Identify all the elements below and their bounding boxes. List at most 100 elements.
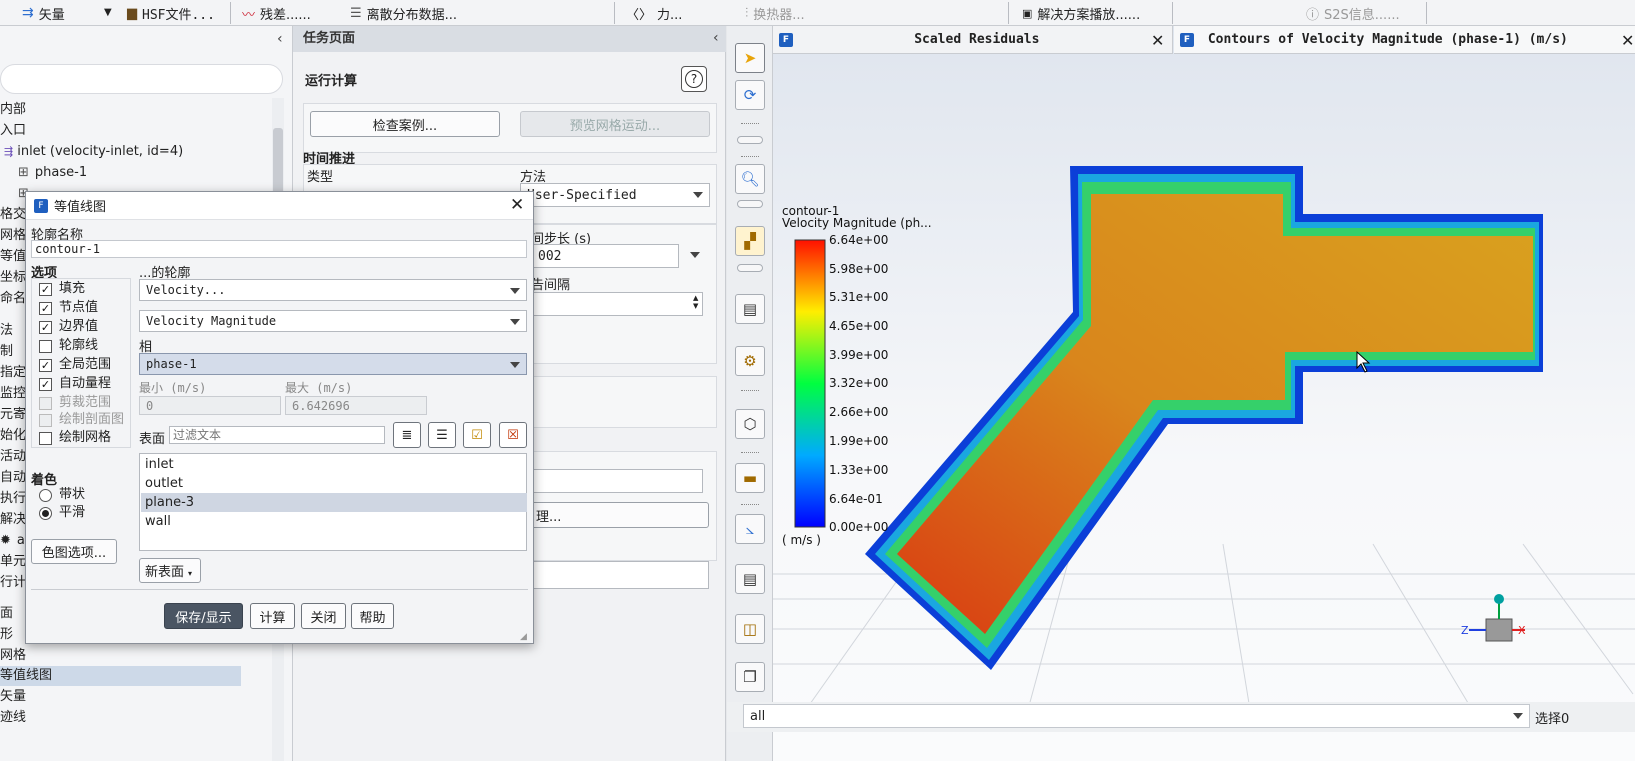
tree-item[interactable]: 入口 — [0, 121, 26, 141]
compute-button[interactable]: 计算 — [250, 603, 295, 629]
graphics-window[interactable]: F Scaled Residuals ✕ F Contours of Veloc… — [773, 26, 1635, 761]
camera-tool[interactable]: ⚙ — [735, 346, 765, 376]
check-case-button[interactable]: 检查案例... — [310, 111, 500, 137]
auto-range-checkbox[interactable]: ✓ — [39, 378, 52, 391]
select-all-surfaces-button[interactable]: ☑ — [463, 422, 491, 448]
node-values-checkbox[interactable]: ✓ — [39, 302, 52, 315]
select-pointer-tool[interactable]: ➤ — [735, 43, 765, 73]
method-select[interactable]: User-Specified — [520, 183, 710, 207]
collapse-toggle[interactable] — [737, 136, 763, 144]
preview-mesh-motion-button[interactable]: 预览网格运动... — [520, 111, 710, 137]
tree-item[interactable]: 内部 — [0, 100, 26, 120]
phase-select[interactable]: phase-1 — [139, 353, 527, 375]
resize-grip-icon[interactable]: ◢ — [520, 632, 527, 642]
hsf-file-tool[interactable]: ▆ HSF文件... — [127, 3, 215, 23]
tree-item[interactable]: 制 — [0, 342, 13, 362]
solution-input[interactable] — [531, 469, 703, 493]
tree-item[interactable]: 执行 — [0, 489, 26, 509]
boundary-values-checkbox[interactable]: ✓ — [39, 321, 52, 334]
tree-item-inlet[interactable]: ⇶ inlet (velocity-inlet, id=4) — [4, 142, 183, 162]
list-item[interactable]: wall — [141, 512, 527, 531]
contour-lines-checkbox[interactable] — [39, 340, 52, 353]
view-tool[interactable]: ◫ — [735, 614, 765, 644]
report-tool[interactable]: ▤ — [735, 564, 765, 594]
tree-item-contours-selected[interactable]: 等值线图 — [0, 666, 241, 686]
close-icon[interactable]: ✕ — [1621, 31, 1635, 50]
selection-filter-select[interactable]: all — [743, 704, 1530, 728]
chevron-down-icon[interactable]: ▼ — [104, 7, 112, 18]
contours-of-select[interactable]: Velocity... — [139, 279, 527, 301]
ruler-tool[interactable]: ▬ — [735, 463, 765, 493]
tree-item[interactable]: 网格 — [0, 646, 26, 666]
min-input[interactable]: 0 — [139, 396, 281, 415]
tree-item[interactable]: 等值 — [0, 247, 26, 267]
window-tool[interactable]: ❐ — [735, 662, 765, 692]
tab-contours[interactable]: F Contours of Velocity Magnitude (phase-… — [1174, 26, 1635, 54]
tab-scaled-residuals[interactable]: F Scaled Residuals — [773, 26, 1173, 54]
close-icon[interactable]: ✕ — [1151, 31, 1164, 50]
toolbar-divider — [1426, 2, 1427, 24]
tree-item[interactable]: 活动 — [0, 447, 26, 467]
help-button[interactable]: ? — [681, 66, 707, 92]
heat-exchanger-tool[interactable]: ⫶ 换热器... — [745, 3, 805, 23]
vectors-tool[interactable]: ⇉ 矢量 — [22, 3, 65, 23]
tree-item[interactable]: 矢量 — [0, 687, 26, 707]
tree-item[interactable]: 自动 — [0, 468, 26, 488]
clip-to-range-checkbox[interactable] — [39, 397, 52, 410]
collapse-toggle[interactable] — [737, 264, 763, 272]
distribution-tool[interactable]: ☰ 离散分布数据... — [350, 3, 457, 23]
new-surface-button[interactable]: 新表面 ▾ — [139, 558, 201, 583]
tree-item[interactable]: 始化 — [0, 426, 26, 446]
solution-animation-tool[interactable]: ▣ 解决方案播放...... — [1022, 3, 1140, 23]
draw-mesh-checkbox[interactable] — [39, 432, 52, 445]
collapse-panel-icon[interactable]: ‹ — [277, 31, 283, 47]
variable-select[interactable]: Velocity Magnitude — [139, 310, 527, 332]
list-item-selected[interactable]: plane-3 — [141, 493, 527, 512]
tree-item-phase[interactable]: ⊞ phase-1 — [18, 163, 87, 183]
list-item[interactable]: outlet — [141, 474, 527, 493]
save-display-button[interactable]: 保存/显示 — [164, 603, 243, 629]
zoom-tool[interactable]: 🔍︎ — [735, 164, 765, 194]
surfaces-list[interactable]: inlet outlet plane-3 wall — [139, 453, 527, 551]
surface-sort-button[interactable]: ☰ — [428, 422, 456, 448]
calculate-field[interactable] — [531, 561, 709, 589]
surface-filter-options-button[interactable]: ≣ — [393, 422, 421, 448]
report-interval-input[interactable] — [531, 292, 703, 316]
rotate-tool[interactable]: ⟳ — [735, 80, 765, 110]
tree-item[interactable]: 面 — [0, 604, 13, 624]
forces-tool[interactable]: 〈〉 力... — [626, 3, 682, 23]
contour-scene[interactable]: Z X — [773, 54, 1635, 728]
list-item[interactable]: inlet — [141, 455, 527, 474]
spinner-icon[interactable]: ▲ ▼ — [693, 294, 698, 310]
smooth-radio[interactable] — [39, 507, 52, 520]
residuals-tool[interactable]: 〰 残差...... — [242, 3, 311, 23]
collapse-toggle[interactable] — [737, 200, 763, 208]
close-button[interactable]: 关闭 — [301, 603, 346, 629]
contour-name-input[interactable]: contour-1 — [31, 240, 527, 258]
time-step-input[interactable]: 002 — [531, 244, 679, 268]
surface-filter-input[interactable] — [169, 426, 385, 444]
tree-item[interactable]: 单元 — [0, 552, 26, 572]
draw-profiles-checkbox[interactable] — [39, 414, 52, 427]
colormap-options-button[interactable]: 色图选项... — [31, 539, 117, 564]
iso-view-tool[interactable]: ⬡ — [735, 409, 765, 439]
global-range-checkbox[interactable]: ✓ — [39, 359, 52, 372]
collapse-panel-icon[interactable]: ‹ — [713, 30, 719, 46]
deselect-surfaces-button[interactable]: ☒ — [499, 422, 527, 448]
close-icon[interactable]: ✕ — [510, 195, 524, 215]
solution-processing-button[interactable]: 理... — [531, 502, 709, 528]
max-input[interactable]: 6.642696 — [285, 396, 427, 415]
tree-search-input[interactable] — [0, 64, 283, 94]
tree-item[interactable]: 法 — [0, 321, 13, 341]
tree-item[interactable]: 形 — [0, 625, 13, 645]
axes-tool[interactable]: ⦣ — [735, 514, 765, 544]
help-button[interactable]: 帮助 — [351, 603, 394, 629]
chevron-down-icon[interactable] — [690, 252, 700, 258]
s2s-info-tool[interactable]: ⓘ S2S信息...... — [1306, 3, 1400, 23]
banded-radio[interactable] — [39, 489, 52, 502]
layout-tool[interactable]: ▤ — [735, 294, 765, 324]
tree-item[interactable]: 网格 — [0, 226, 26, 246]
fill-checkbox[interactable]: ✓ — [39, 283, 52, 296]
tree-item[interactable]: 迹线 — [0, 708, 26, 728]
contour-tool[interactable]: ▞ — [735, 226, 765, 256]
